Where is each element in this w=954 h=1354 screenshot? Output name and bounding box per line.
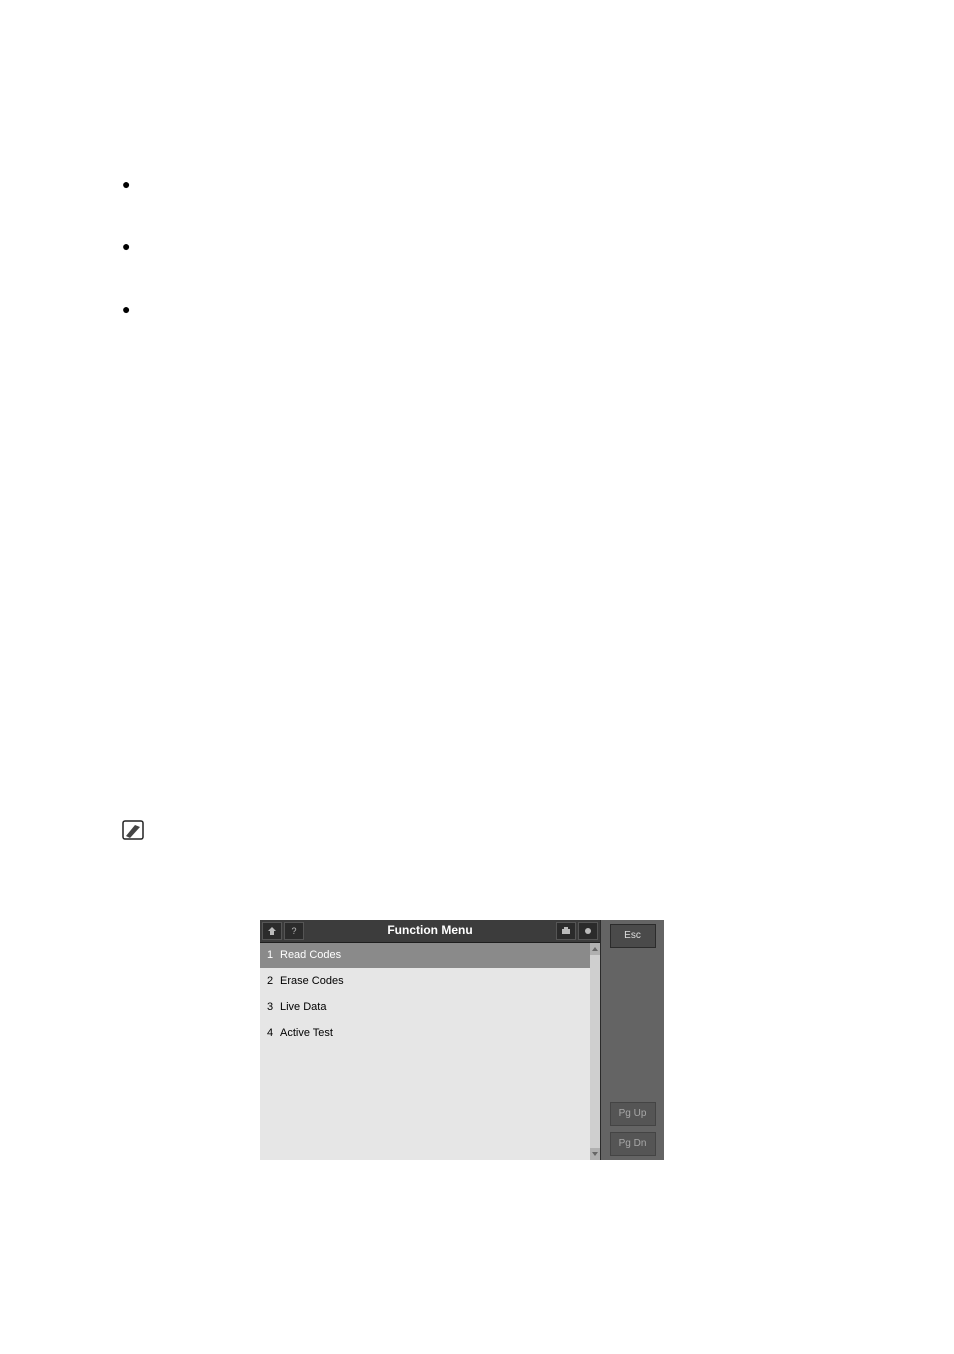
home-icon[interactable] [262,922,282,940]
record-icon[interactable] [578,922,598,940]
bullet-icon: ● [122,174,130,194]
bullet-list: ● ● ● [122,172,864,359]
button-label: Esc [624,929,641,944]
help-icon[interactable]: ? [284,922,304,940]
document-page: ● ● ● [0,0,954,1354]
menu-item-index: 2 [260,974,280,990]
menu-item-read-codes[interactable]: 1 Read Codes [260,943,590,969]
print-icon[interactable] [556,922,576,940]
svg-text:?: ? [291,926,296,936]
menu-item-index: 3 [260,1000,280,1016]
scroll-down-icon[interactable] [590,1148,600,1160]
pager-buttons: Pg Up Pg Dn [610,1102,656,1156]
menu-item-label: Erase Codes [280,974,344,990]
menu-item-active-test[interactable]: 4 Active Test [260,1021,590,1047]
page-down-button[interactable]: Pg Dn [610,1132,656,1156]
list-item: ● [122,297,864,319]
menu-item-label: Read Codes [280,948,341,964]
esc-button[interactable]: Esc [610,924,656,948]
scrollbar[interactable] [590,943,600,1160]
side-buttons: Esc Pg Up Pg Dn [601,920,664,1160]
title-icons-right [556,922,598,940]
menu-item-label: Live Data [280,1000,326,1016]
list-item: ● [122,234,864,256]
menu-item-erase-codes[interactable]: 2 Erase Codes [260,969,590,995]
menu-item-index: 4 [260,1026,280,1042]
title-bar: ? Function Menu [260,920,600,943]
scroll-up-icon[interactable] [590,943,600,955]
menu-item-index: 1 [260,948,280,964]
title-text: Function Menu [260,922,600,939]
title-icons-left: ? [262,922,304,940]
function-menu-screenshot: ? Function Menu 1 Read Co [260,920,664,1160]
bullet-icon: ● [122,299,130,319]
menu-item-label: Active Test [280,1026,333,1042]
bullet-icon: ● [122,236,130,256]
button-label: Pg Dn [619,1137,647,1152]
menu-rows: 1 Read Codes 2 Erase Codes 3 Live Data 4… [260,943,590,1160]
list-item: ● [122,172,864,194]
button-label: Pg Up [619,1107,647,1122]
menu-list-area: 1 Read Codes 2 Erase Codes 3 Live Data 4… [260,943,600,1160]
note-row [122,818,864,840]
menu-item-live-data[interactable]: 3 Live Data [260,995,590,1021]
page-up-button[interactable]: Pg Up [610,1102,656,1126]
function-menu-panel: ? Function Menu 1 Read Co [260,920,601,1160]
note-icon [122,820,144,840]
